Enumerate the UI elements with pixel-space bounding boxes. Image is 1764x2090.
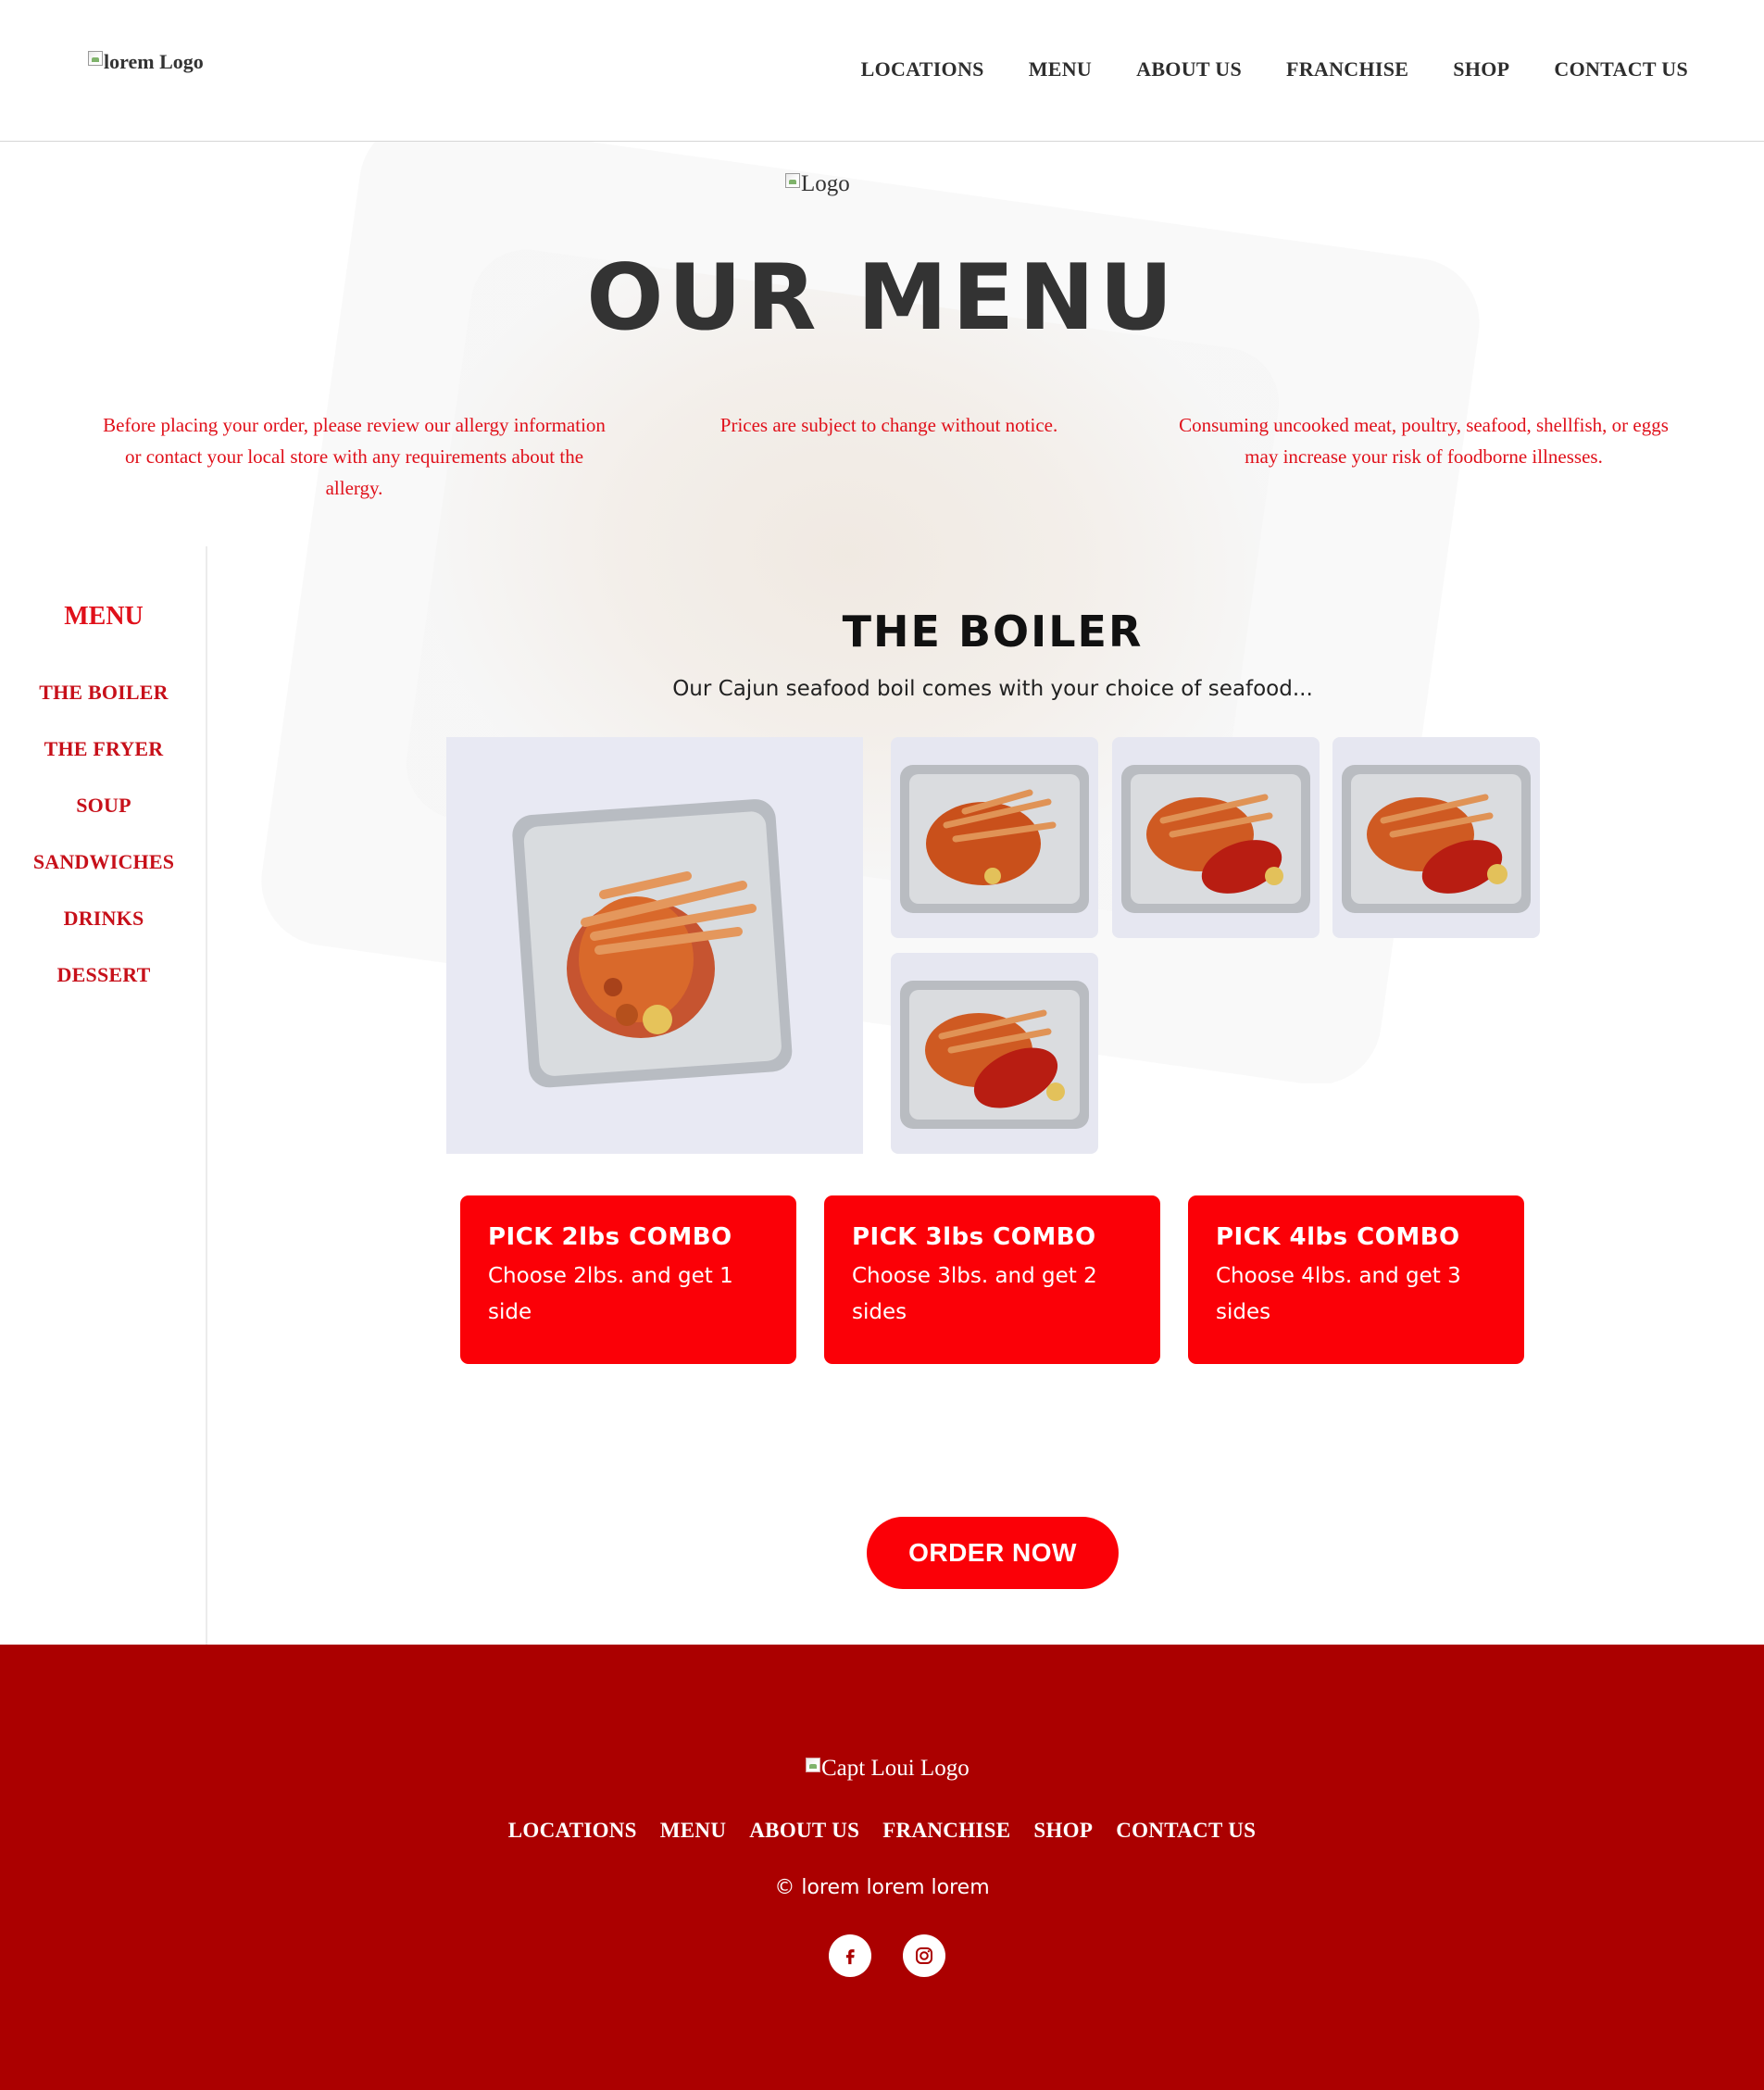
nav-link-franchise[interactable]: FRANCHISE (1286, 57, 1408, 81)
footer-link-locations[interactable]: LOCATIONS (508, 1819, 637, 1843)
order-now-button[interactable]: ORDER NOW (867, 1517, 1119, 1589)
sidebar-item: SANDWICHES (0, 850, 207, 907)
sidebar-item-the-boiler[interactable]: THE BOILER (39, 681, 169, 704)
sidebar-item: SOUP (0, 794, 207, 850)
section-title: THE BOILER (842, 607, 1144, 657)
combo-card-3lbs[interactable]: PICK 3lbs COMBO Choose 3lbs. and get 2 s… (824, 1195, 1160, 1364)
combo-card-4lbs[interactable]: PICK 4lbs COMBO Choose 4lbs. and get 3 s… (1188, 1195, 1524, 1364)
broken-image-icon (806, 1758, 820, 1772)
combo-description: Choose 2lbs. and get 1 side (488, 1264, 733, 1324)
sidebar-list: THE BOILER THE FRYER SOUP SANDWICHES DRI… (0, 681, 207, 1020)
footer-link-contact-us[interactable]: CONTACT US (1116, 1819, 1256, 1843)
footer-link-franchise[interactable]: FRANCHISE (882, 1819, 1010, 1843)
broken-image-icon (785, 173, 800, 188)
boiler-thumbnail[interactable] (891, 953, 1098, 1154)
header-logo[interactable]: lorem Logo (88, 50, 204, 74)
boiler-thumbnail[interactable] (891, 737, 1098, 938)
sidebar-item: DRINKS (0, 907, 207, 963)
hero-logo: Logo (785, 171, 850, 197)
hero-logo-alt: Logo (801, 171, 850, 196)
nav-link-contact-us[interactable]: CONTACT US (1554, 57, 1688, 81)
combo-cards: PICK 2lbs COMBO Choose 2lbs. and get 1 s… (460, 1195, 1524, 1364)
combo-description: Choose 4lbs. and get 3 sides (1216, 1264, 1461, 1324)
food-safety-notice: Consuming uncooked meat, poultry, seafoo… (1179, 414, 1669, 468)
site-header: lorem Logo LOCATIONS MENU ABOUT US FRANC… (0, 0, 1764, 142)
footer-link-menu[interactable]: MENU (660, 1819, 726, 1843)
footer-nav: LOCATIONS MENU ABOUT US FRANCHISE SHOP C… (0, 1819, 1764, 1843)
sidebar-item: THE FRYER (0, 737, 207, 794)
header-logo-alt: lorem Logo (104, 50, 204, 73)
sidebar-item: DESSERT (0, 963, 207, 1020)
sidebar-item-dessert[interactable]: DESSERT (57, 963, 151, 986)
price-notice: Prices are subject to change without not… (719, 414, 1058, 436)
combo-description: Choose 3lbs. and get 2 sides (852, 1264, 1097, 1324)
nav-link-locations[interactable]: LOCATIONS (861, 57, 984, 81)
combo-title: PICK 4lbs COMBO (1216, 1223, 1460, 1251)
boiler-thumbnail[interactable] (1332, 737, 1540, 938)
notices: Before placing your order, please review… (102, 409, 1676, 504)
combo-card-2lbs[interactable]: PICK 2lbs COMBO Choose 2lbs. and get 1 s… (460, 1195, 796, 1364)
nav-link-menu[interactable]: MENU (1029, 57, 1092, 81)
combo-title: PICK 2lbs COMBO (488, 1223, 732, 1251)
menu-sidebar: MENU THE BOILER THE FRYER SOUP SANDWICHE… (0, 546, 207, 1646)
sidebar-item: THE BOILER (0, 681, 207, 737)
section-subtitle: Our Cajun seafood boil comes with your c… (672, 677, 1313, 701)
social-links (829, 1934, 945, 1977)
copyright: © lorem lorem lorem (774, 1876, 990, 1899)
footer-logo-alt: Capt Loui Logo (821, 1756, 970, 1781)
footer-logo[interactable]: Capt Loui Logo (806, 1756, 970, 1782)
combo-title: PICK 3lbs COMBO (852, 1223, 1096, 1251)
allergy-notice: Before placing your order, please review… (103, 414, 606, 499)
broken-image-icon (88, 51, 103, 66)
footer-link-about-us[interactable]: ABOUT US (749, 1819, 859, 1843)
boiler-thumbnail[interactable] (1112, 737, 1320, 938)
facebook-icon[interactable] (829, 1934, 871, 1977)
instagram-icon[interactable] (903, 1934, 945, 1977)
main-nav: LOCATIONS MENU ABOUT US FRANCHISE SHOP C… (861, 57, 1688, 81)
nav-link-shop[interactable]: SHOP (1453, 57, 1509, 81)
sidebar-item-drinks[interactable]: DRINKS (64, 907, 144, 930)
nav-link-about-us[interactable]: ABOUT US (1136, 57, 1242, 81)
sidebar-item-soup[interactable]: SOUP (76, 794, 131, 817)
site-footer: Capt Loui Logo LOCATIONS MENU ABOUT US F… (0, 1645, 1764, 2090)
boiler-main-photo[interactable] (446, 737, 863, 1154)
footer-link-shop[interactable]: SHOP (1033, 1819, 1093, 1843)
sidebar-title: MENU (64, 602, 144, 631)
sidebar-item-the-fryer[interactable]: THE FRYER (44, 737, 164, 760)
page-title: OUR MENU (586, 245, 1178, 351)
sidebar-item-sandwiches[interactable]: SANDWICHES (33, 850, 174, 873)
